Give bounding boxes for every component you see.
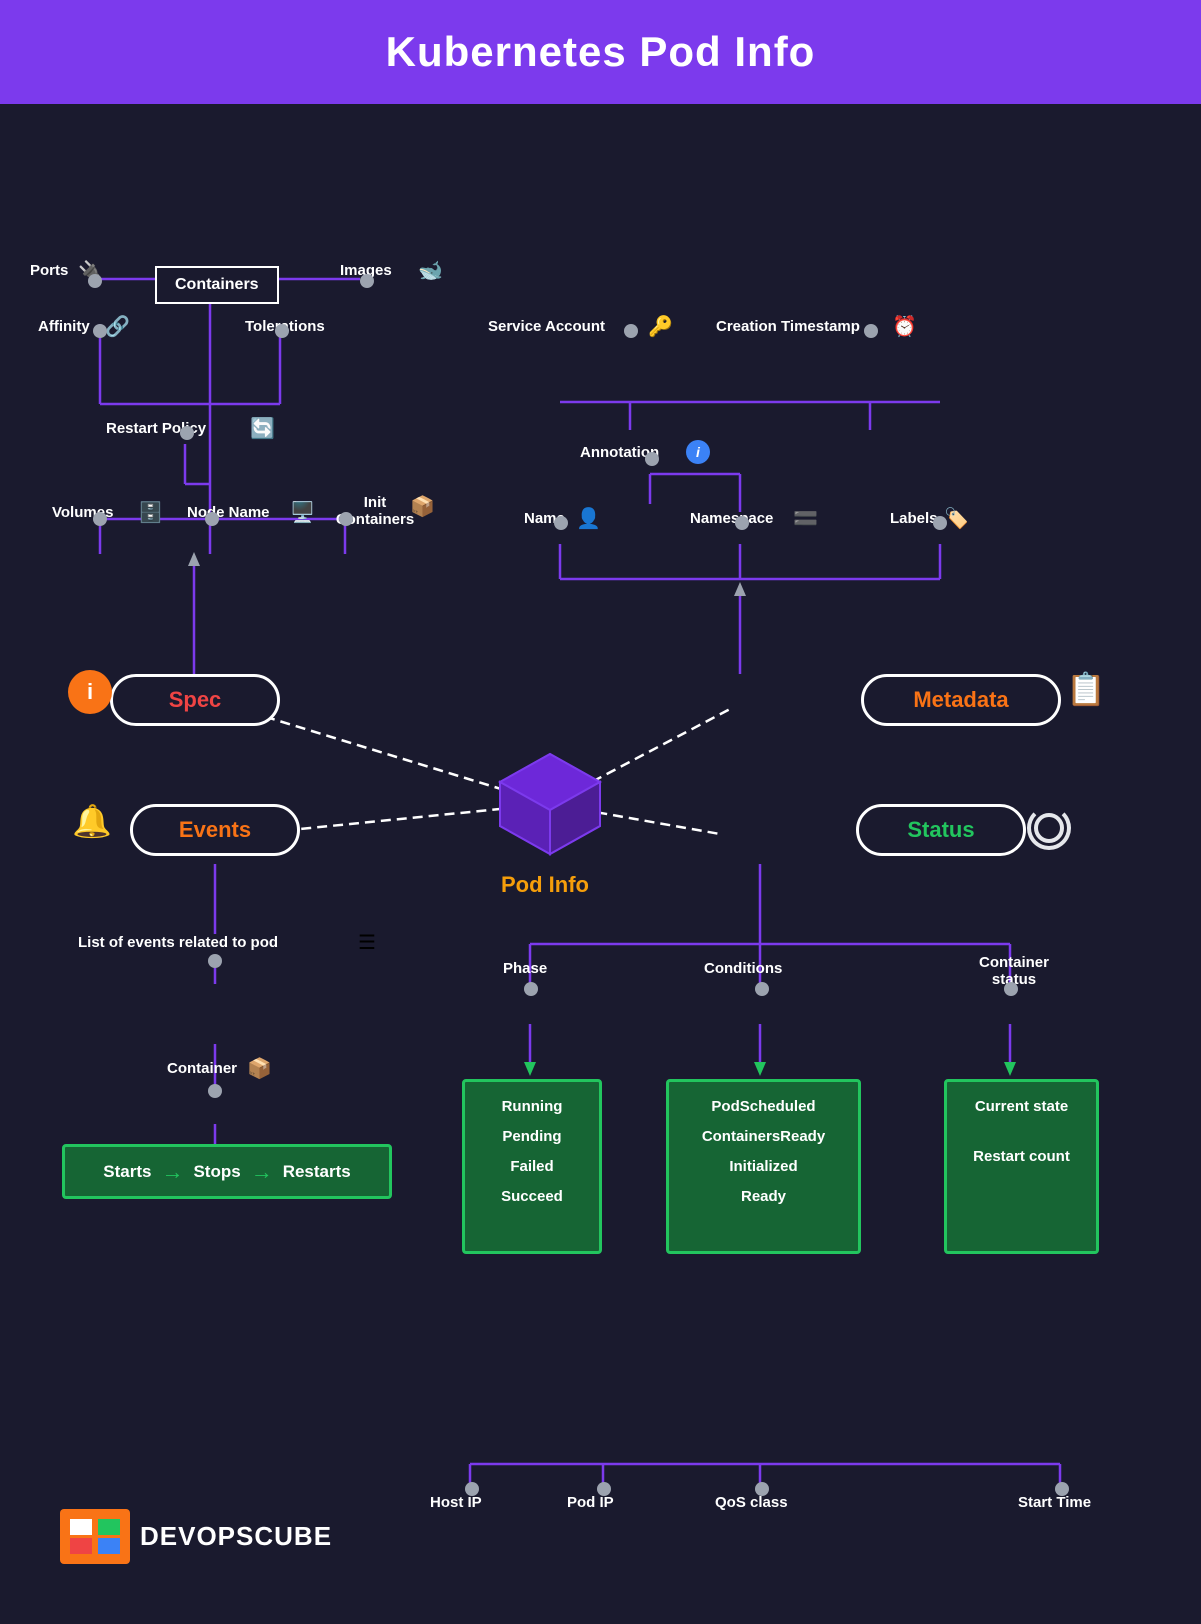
conditions-dot xyxy=(755,982,769,996)
namespace-icon: 🟰 xyxy=(793,506,818,531)
init-containers-dot xyxy=(339,512,353,526)
list-events-dot xyxy=(208,954,222,968)
annotation-dot xyxy=(645,452,659,466)
restart-policy-icon: 🔄 xyxy=(250,416,275,441)
start-time-label: Start Time xyxy=(1018,1494,1091,1511)
phase-label: Phase xyxy=(503,960,547,977)
events-icon: 🔔 xyxy=(72,802,112,840)
volumes-dot xyxy=(93,512,107,526)
images-dot xyxy=(360,274,374,288)
conditions-box: PodScheduled ContainersReady Initialized… xyxy=(666,1079,861,1254)
pod-info-label: Pod Info xyxy=(450,872,640,898)
affinity-icon: 🔗 xyxy=(105,314,130,339)
logo-box xyxy=(60,1509,130,1564)
name-dot xyxy=(554,516,568,530)
container-status-box: Current state Restart count xyxy=(944,1079,1099,1254)
qos-class-label: QoS class xyxy=(715,1494,788,1511)
container-label: Container xyxy=(167,1060,237,1077)
logo-svg xyxy=(65,1514,125,1559)
node-name-dot xyxy=(205,512,219,526)
namespace-dot xyxy=(735,516,749,530)
service-account-label: Service Account xyxy=(488,318,605,335)
status-icon xyxy=(1027,806,1071,850)
images-icon: 🐋 xyxy=(418,258,443,283)
metadata-icon: 📋 xyxy=(1066,670,1106,708)
labels-dot xyxy=(933,516,947,530)
pod-ip-dot xyxy=(597,1482,611,1496)
logo-text: DEVOPSCUBE xyxy=(140,1521,332,1552)
conditions-label: Conditions xyxy=(704,960,782,977)
arrow2-icon: → xyxy=(251,1159,273,1185)
node-name-label: Node Name xyxy=(187,504,270,521)
main-canvas: Ports 🔌 Containers Images 🐋 Affinity 🔗 T… xyxy=(0,104,1201,1624)
metadata-pill: Metadata xyxy=(861,674,1061,726)
container-dot xyxy=(208,1084,222,1098)
creation-timestamp-dot xyxy=(864,324,878,338)
volumes-icon: 🗄️ xyxy=(138,500,163,525)
affinity-label: Affinity xyxy=(38,318,90,335)
phase-box: Running Pending Failed Succeed xyxy=(462,1079,602,1254)
header: Kubernetes Pod Info xyxy=(0,0,1201,104)
container-status-dot xyxy=(1004,982,1018,996)
labels-icon: 🏷️ xyxy=(944,506,969,531)
namespace-label: Namespace xyxy=(690,510,773,527)
events-pill: Events xyxy=(130,804,300,856)
host-ip-label: Host IP xyxy=(430,1494,482,1511)
restart-policy-dot xyxy=(180,426,194,440)
arrow1-icon: → xyxy=(161,1159,183,1185)
starts-stops-restarts-box: Starts → Stops → Restarts xyxy=(62,1144,392,1199)
spec-pill: Spec xyxy=(110,674,280,726)
page-title: Kubernetes Pod Info xyxy=(0,28,1201,76)
ports-dot xyxy=(88,274,102,288)
containers-box: Containers xyxy=(155,266,279,304)
qos-class-dot xyxy=(755,1482,769,1496)
ports-label: Ports xyxy=(30,262,68,279)
phase-dot xyxy=(524,982,538,996)
containers-label: Containers xyxy=(175,276,259,293)
spec-icon: i xyxy=(68,670,112,714)
tolerations-dot xyxy=(275,324,289,338)
name-icon: 👤 xyxy=(576,506,601,531)
list-events-icon: ☰ xyxy=(358,930,376,955)
service-account-dot xyxy=(624,324,638,338)
creation-timestamp-label: Creation Timestamp xyxy=(716,318,860,335)
list-events-label: List of events related to pod xyxy=(78,934,278,951)
labels-label: Labels xyxy=(890,510,938,527)
affinity-dot xyxy=(93,324,107,338)
service-account-icon: 🔑 xyxy=(648,314,673,339)
node-name-icon: 🖥️ xyxy=(290,500,315,525)
logo-area: DEVOPSCUBE xyxy=(60,1509,332,1564)
start-time-dot xyxy=(1055,1482,1069,1496)
container-icon: 📦 xyxy=(247,1056,272,1081)
host-ip-dot xyxy=(465,1482,479,1496)
init-containers-icon: 📦 xyxy=(410,494,435,519)
status-pill: Status xyxy=(856,804,1026,856)
annotation-icon: i xyxy=(686,440,710,464)
pod-ip-label: Pod IP xyxy=(567,1494,614,1511)
creation-timestamp-icon: ⏰ xyxy=(892,314,917,339)
center-cube xyxy=(490,744,610,864)
